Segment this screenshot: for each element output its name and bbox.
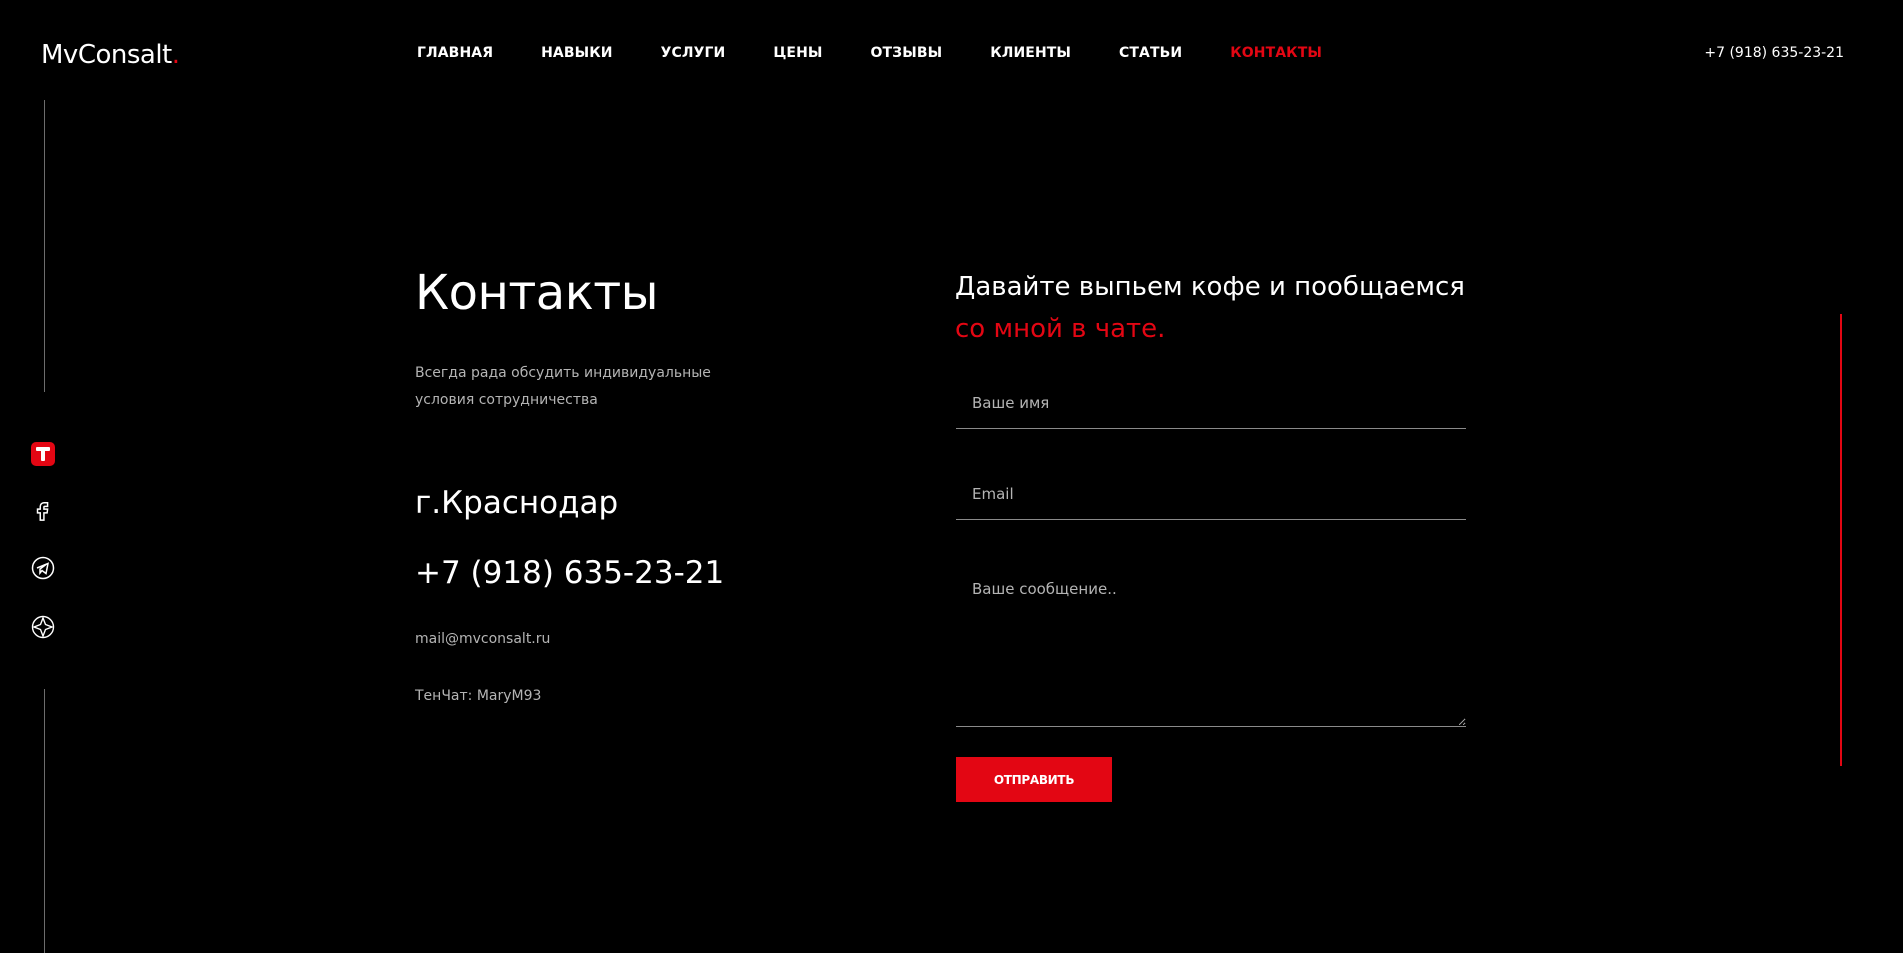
email-field-wrapper bbox=[956, 469, 1466, 520]
facebook-icon[interactable] bbox=[30, 498, 56, 524]
name-input[interactable] bbox=[956, 378, 1466, 428]
form-title-line1: Давайте выпьем кофе и пообщаемся bbox=[955, 272, 1465, 302]
nav-item-skills[interactable]: НАВЫКИ bbox=[541, 45, 613, 61]
name-field-wrapper bbox=[956, 378, 1466, 429]
message-field-wrapper bbox=[956, 562, 1466, 727]
message-input[interactable] bbox=[956, 562, 1466, 726]
page-title: Контакты bbox=[415, 265, 659, 321]
nav-item-clients[interactable]: КЛИЕНТЫ bbox=[990, 45, 1071, 61]
compass-icon[interactable] bbox=[30, 614, 56, 640]
main-nav: ГЛАВНАЯ НАВЫКИ УСЛУГИ ЦЕНЫ ОТЗЫВЫ КЛИЕНТ… bbox=[417, 45, 1370, 61]
nav-item-home[interactable]: ГЛАВНАЯ bbox=[417, 45, 493, 61]
nav-item-reviews[interactable]: ОТЗЫВЫ bbox=[871, 45, 943, 61]
accent-line bbox=[1840, 314, 1842, 766]
contacts-description: Всегда рада обсудить индивидуальные усло… bbox=[415, 365, 711, 408]
nav-item-articles[interactable]: СТАТЬИ bbox=[1119, 45, 1182, 61]
sidebar-line-bottom bbox=[44, 689, 45, 953]
logo-dot: . bbox=[171, 40, 180, 70]
logo[interactable]: MvConsalt. bbox=[41, 40, 180, 70]
submit-button[interactable]: ОТПРАВИТЬ bbox=[956, 757, 1112, 802]
logo-text: MvConsalt bbox=[41, 40, 172, 70]
contact-email[interactable]: mail@mvconsalt.ru bbox=[415, 631, 550, 647]
contact-phone[interactable]: +7 (918) 635-23-21 bbox=[415, 555, 724, 591]
city: г.Краснодар bbox=[415, 485, 619, 521]
form-title: Давайте выпьем кофе и пообщаемся со мной… bbox=[955, 266, 1515, 350]
telegram-icon[interactable] bbox=[30, 555, 56, 581]
sidebar-line-top bbox=[44, 100, 45, 392]
header-phone[interactable]: +7 (918) 635-23-21 bbox=[1704, 45, 1844, 61]
nav-item-contacts[interactable]: КОНТАКТЫ bbox=[1230, 45, 1322, 61]
form-title-line2: со мной в чате. bbox=[955, 314, 1166, 344]
email-input[interactable] bbox=[956, 469, 1466, 519]
nav-item-services[interactable]: УСЛУГИ bbox=[661, 45, 726, 61]
nav-item-prices[interactable]: ЦЕНЫ bbox=[773, 45, 822, 61]
tenchat-icon[interactable] bbox=[30, 441, 56, 467]
contact-tenchat[interactable]: ТенЧат: MaryM93 bbox=[415, 688, 541, 704]
